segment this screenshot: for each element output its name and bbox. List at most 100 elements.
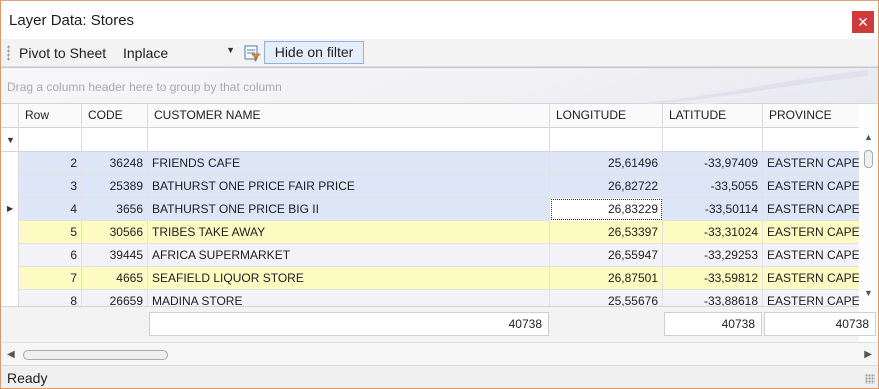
mode-dropdown[interactable]: Inplace ▼ xyxy=(119,42,239,64)
cell-province[interactable]: EASTERN CAPE xyxy=(763,221,859,244)
column-header-province[interactable]: PROVINCE xyxy=(763,104,859,128)
vertical-scrollbar[interactable]: ▲ ▼ xyxy=(859,128,878,306)
hide-on-filter-button[interactable]: Hide on filter xyxy=(264,41,364,64)
status-bar: Ready xyxy=(1,365,878,388)
cell-latitude[interactable]: -33,29253 xyxy=(663,244,763,267)
summary-footer: 40738 40738 40738 xyxy=(1,306,876,342)
cell-row-number[interactable]: 7 xyxy=(19,267,82,290)
cell-code[interactable]: 30566 xyxy=(82,221,148,244)
filter-cell-longitude[interactable] xyxy=(550,128,663,152)
summary-customer-name-count: 40738 xyxy=(149,312,549,336)
column-header-customer-name[interactable]: CUSTOMER NAME xyxy=(148,104,550,128)
resize-grip-icon[interactable] xyxy=(865,374,875,384)
cell-province[interactable]: EASTERN CAPE xyxy=(763,175,859,198)
vertical-scroll-thumb[interactable] xyxy=(864,150,873,168)
cell-longitude[interactable]: 26,83229 xyxy=(550,198,663,221)
table-row[interactable]: 5 30566 TRIBES TAKE AWAY 26,53397 -33,31024 E… xyxy=(1,221,859,244)
cell-latitude[interactable]: -33,88618 xyxy=(663,290,763,306)
toolbar: Pivot to Sheet Inplace ▼ Hide on filter xyxy=(1,39,878,67)
table-row[interactable]: 8 26659 MADINA STORE 25,55676 -33,88618 EASTE… xyxy=(1,290,859,306)
scroll-right-arrow-icon[interactable]: ▶ xyxy=(864,349,872,360)
group-panel-hint: Drag a column header here to group by th… xyxy=(7,80,282,94)
table-row[interactable]: 6 39445 AFRICA SUPERMARKET 26,55947 -33,2925… xyxy=(1,244,859,267)
cell-row-number[interactable]: 8 xyxy=(19,290,82,306)
horizontal-scroll-thumb[interactable] xyxy=(23,350,168,360)
cell-row-number[interactable]: 3 xyxy=(19,175,82,198)
cell-customer-name[interactable]: FRIENDS CAFE xyxy=(148,152,550,175)
row-indicator[interactable] xyxy=(1,267,19,290)
filter-cell-customer-name[interactable] xyxy=(148,128,550,152)
column-header-code[interactable]: CODE xyxy=(82,104,148,128)
filter-cell-code[interactable] xyxy=(82,128,148,152)
cell-customer-name[interactable]: AFRICA SUPERMARKET xyxy=(148,244,550,267)
row-indicator[interactable] xyxy=(1,221,19,244)
pivot-to-sheet-button[interactable]: Pivot to Sheet xyxy=(15,42,110,64)
cell-customer-name[interactable]: TRIBES TAKE AWAY xyxy=(148,221,550,244)
column-header-row-number[interactable]: Row xyxy=(19,104,82,128)
chevron-down-icon[interactable]: ▼ xyxy=(226,45,235,55)
scroll-up-arrow-icon[interactable]: ▲ xyxy=(864,132,873,142)
row-indicator[interactable] xyxy=(1,152,19,175)
summary-latitude-count: 40738 xyxy=(664,312,762,336)
table-row[interactable]: 2 36248 FRIENDS CAFE 25,61496 -33,97409 EASTE… xyxy=(1,152,859,175)
cell-province[interactable]: EASTERN CAPE xyxy=(763,152,859,175)
filter-funnel-icon: ▼ xyxy=(6,135,15,145)
filter-cell-latitude[interactable] xyxy=(663,128,763,152)
close-button[interactable]: ✕ xyxy=(852,11,874,33)
summary-province-count: 40738 xyxy=(764,312,876,336)
cell-longitude[interactable]: 25,61496 xyxy=(550,152,663,175)
column-header-longitude[interactable]: LONGITUDE xyxy=(550,104,663,128)
row-indicator[interactable] xyxy=(1,244,19,267)
decorative-swoosh xyxy=(648,70,868,104)
toolbar-grip[interactable] xyxy=(7,45,10,61)
cell-row-number[interactable]: 4 xyxy=(19,198,82,221)
cell-latitude[interactable]: -33,31024 xyxy=(663,221,763,244)
cell-code[interactable]: 4665 xyxy=(82,267,148,290)
cell-province[interactable]: EASTERN CAPE xyxy=(763,267,859,290)
cell-customer-name[interactable]: MADINA STORE xyxy=(148,290,550,306)
row-indicator[interactable]: ▶ xyxy=(1,198,19,221)
table-row[interactable]: ▶ 4 3656 BATHURST ONE PRICE BIG II 26,83229-… xyxy=(1,198,859,221)
cell-row-number[interactable]: 2 xyxy=(19,152,82,175)
window-title: Layer Data: Stores xyxy=(9,12,135,29)
data-grid: Drag a column header here to group by th… xyxy=(1,67,878,366)
cell-province[interactable]: EASTERN CAPE xyxy=(763,290,859,306)
cell-code[interactable]: 39445 xyxy=(82,244,148,267)
filter-cell-row[interactable] xyxy=(19,128,82,152)
horizontal-scrollbar[interactable]: ◀ ▶ xyxy=(1,342,878,366)
cell-province[interactable]: EASTERN CAPE xyxy=(763,244,859,267)
cell-code[interactable]: 36248 xyxy=(82,152,148,175)
table-row[interactable]: 7 4665 SEAFIELD LIQUOR STORE 26,87501 -33,59… xyxy=(1,267,859,290)
cell-row-number[interactable]: 5 xyxy=(19,221,82,244)
cell-longitude[interactable]: 25,55676 xyxy=(550,290,663,306)
cell-customer-name[interactable]: BATHURST ONE PRICE FAIR PRICE xyxy=(148,175,550,198)
group-by-panel[interactable]: Drag a column header here to group by th… xyxy=(1,68,878,104)
filter-row-indicator: ▼ xyxy=(1,128,19,152)
cell-customer-name[interactable]: BATHURST ONE PRICE BIG II xyxy=(148,198,550,221)
cell-latitude[interactable]: -33,97409 xyxy=(663,152,763,175)
filter-sheet-icon[interactable] xyxy=(243,44,261,62)
row-indicator-header xyxy=(1,104,19,128)
filter-cell-province[interactable] xyxy=(763,128,859,152)
cell-province[interactable]: EASTERN CAPE xyxy=(763,198,859,221)
row-indicator[interactable] xyxy=(1,175,19,198)
column-header-latitude[interactable]: LATITUDE xyxy=(663,104,763,128)
scroll-left-arrow-icon[interactable]: ◀ xyxy=(7,349,15,360)
column-header-row: Row CODE CUSTOMER NAME LONGITUDE LATITUD… xyxy=(1,104,859,128)
cell-row-number[interactable]: 6 xyxy=(19,244,82,267)
cell-longitude[interactable]: 26,87501 xyxy=(550,267,663,290)
cell-code[interactable]: 25389 xyxy=(82,175,148,198)
row-indicator[interactable] xyxy=(1,290,19,306)
cell-latitude[interactable]: -33,5055 xyxy=(663,175,763,198)
cell-customer-name[interactable]: SEAFIELD LIQUOR STORE xyxy=(148,267,550,290)
cell-longitude[interactable]: 26,55947 xyxy=(550,244,663,267)
cell-code[interactable]: 26659 xyxy=(82,290,148,306)
scroll-down-arrow-icon[interactable]: ▼ xyxy=(864,288,873,298)
cell-code[interactable]: 3656 xyxy=(82,198,148,221)
cell-longitude[interactable]: 26,82722 xyxy=(550,175,663,198)
cell-longitude[interactable]: 26,53397 xyxy=(550,221,663,244)
table-row[interactable]: 3 25389 BATHURST ONE PRICE FAIR PRICE 26,82… xyxy=(1,175,859,198)
cell-latitude[interactable]: -33,50114 xyxy=(663,198,763,221)
grid-rows: 2 36248 FRIENDS CAFE 25,61496 -33,97409 EASTE… xyxy=(1,152,859,306)
cell-latitude[interactable]: -33,59812 xyxy=(663,267,763,290)
